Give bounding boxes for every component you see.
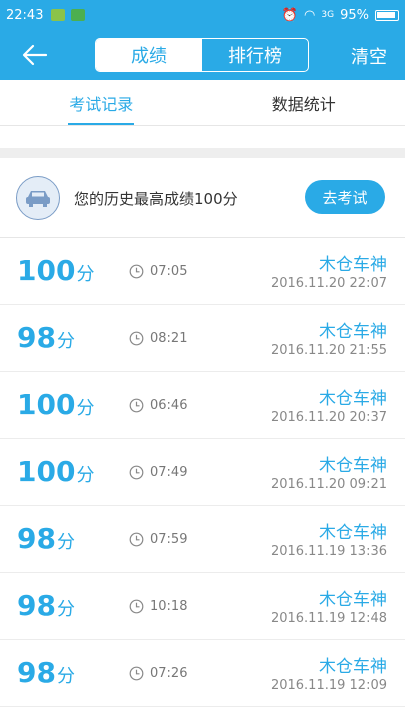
status-bar: 22:43 ⏰ ◠ 3G 95% bbox=[0, 0, 405, 30]
tab-statistics[interactable]: 数据统计 bbox=[203, 80, 405, 125]
back-button[interactable] bbox=[20, 41, 50, 69]
clock-icon bbox=[129, 264, 144, 279]
exam-duration: 08:21 bbox=[150, 331, 188, 346]
clock-icon bbox=[129, 398, 144, 413]
clock-icon bbox=[129, 666, 144, 681]
wifi-icon: ◠ bbox=[304, 7, 316, 23]
score-unit: 分 bbox=[56, 666, 75, 687]
score-unit: 分 bbox=[56, 331, 75, 352]
exam-duration: 07:59 bbox=[150, 532, 188, 547]
exam-date: 2016.11.20 20:37 bbox=[270, 410, 387, 425]
exam-date: 2016.11.20 22:07 bbox=[270, 276, 387, 291]
tab-ranking[interactable]: 排行榜 bbox=[202, 39, 308, 71]
list-item[interactable]: 98分 08:21 木仓车神 2016.11.20 21:55 bbox=[0, 305, 405, 372]
sub-tabs: 考试记录 数据统计 bbox=[0, 80, 405, 126]
score-number: 98 bbox=[17, 522, 56, 555]
list-item[interactable]: 100分 06:46 木仓车神 2016.11.20 20:37 bbox=[0, 372, 405, 439]
score-unit: 分 bbox=[56, 599, 75, 620]
arrow-left-icon bbox=[22, 44, 48, 66]
score-value: 98分 bbox=[17, 590, 75, 626]
exam-duration: 07:49 bbox=[150, 465, 188, 480]
best-score-card: 您的历史最高成绩100分 去考试 bbox=[0, 158, 405, 238]
battery-percent: 95% bbox=[340, 7, 369, 23]
score-number: 98 bbox=[17, 589, 56, 622]
user-name: 木仓车神 bbox=[319, 255, 387, 275]
score-value: 100分 bbox=[17, 456, 94, 492]
user-name: 木仓车神 bbox=[319, 657, 387, 677]
exam-duration: 07:05 bbox=[150, 264, 188, 279]
score-value: 98分 bbox=[17, 657, 75, 693]
clock-icon bbox=[129, 331, 144, 346]
score-unit: 分 bbox=[56, 532, 75, 553]
user-name: 木仓车神 bbox=[319, 590, 387, 610]
score-unit: 分 bbox=[76, 465, 95, 486]
car-icon bbox=[16, 176, 60, 220]
signal-icon: 3G bbox=[321, 10, 335, 20]
clock-icon bbox=[129, 465, 144, 480]
notification-icon bbox=[71, 9, 86, 21]
score-value: 98分 bbox=[17, 523, 75, 559]
app-bar: 成绩 排行榜 清空 bbox=[0, 30, 405, 80]
exam-duration: 10:18 bbox=[150, 599, 188, 614]
exam-date: 2016.11.19 13:36 bbox=[270, 544, 387, 559]
list-item[interactable]: 98分 10:18 木仓车神 2016.11.19 12:48 bbox=[0, 573, 405, 640]
tab-scores[interactable]: 成绩 bbox=[96, 39, 202, 71]
records-list: 100分 07:05 木仓车神 2016.11.20 22:07 98分 08:21 木仓车… bbox=[0, 238, 405, 707]
list-item[interactable]: 98分 07:26 木仓车神 2016.11.19 12:09 bbox=[0, 640, 405, 707]
battery-icon bbox=[375, 9, 399, 21]
score-number: 100 bbox=[17, 254, 76, 287]
score-unit: 分 bbox=[76, 264, 95, 285]
status-time: 22:43 bbox=[6, 7, 44, 23]
user-name: 木仓车神 bbox=[319, 523, 387, 543]
clock-icon bbox=[129, 599, 144, 614]
exam-date: 2016.11.20 09:21 bbox=[270, 477, 387, 492]
exam-duration: 06:46 bbox=[150, 398, 188, 413]
tab-exam-records[interactable]: 考试记录 bbox=[0, 80, 203, 125]
exam-duration: 07:26 bbox=[150, 666, 188, 681]
score-unit: 分 bbox=[76, 398, 95, 419]
best-score-text: 您的历史最高成绩100分 bbox=[74, 190, 238, 208]
user-name: 木仓车神 bbox=[319, 389, 387, 409]
list-item[interactable]: 100分 07:49 木仓车神 2016.11.20 09:21 bbox=[0, 439, 405, 506]
alarm-icon: ⏰ bbox=[281, 7, 299, 23]
score-value: 100分 bbox=[17, 389, 94, 425]
exam-date: 2016.11.19 12:09 bbox=[270, 678, 387, 693]
score-number: 98 bbox=[17, 656, 56, 689]
list-item[interactable]: 100分 07:05 木仓车神 2016.11.20 22:07 bbox=[0, 238, 405, 305]
user-name: 木仓车神 bbox=[319, 456, 387, 476]
start-exam-button[interactable]: 去考试 bbox=[305, 180, 385, 214]
exam-date: 2016.11.20 21:55 bbox=[270, 343, 387, 358]
score-value: 100分 bbox=[17, 255, 94, 291]
list-item[interactable]: 98分 07:59 木仓车神 2016.11.19 13:36 bbox=[0, 506, 405, 573]
score-number: 98 bbox=[17, 321, 56, 354]
score-number: 100 bbox=[17, 455, 76, 488]
user-name: 木仓车神 bbox=[319, 322, 387, 342]
section-divider bbox=[0, 148, 405, 158]
exam-date: 2016.11.19 12:48 bbox=[270, 611, 387, 626]
clear-button[interactable]: 清空 bbox=[351, 43, 387, 69]
score-number: 100 bbox=[17, 388, 76, 421]
wechat-icon bbox=[51, 9, 66, 21]
score-value: 98分 bbox=[17, 322, 75, 358]
segmented-control: 成绩 排行榜 bbox=[95, 38, 309, 72]
clock-icon bbox=[129, 532, 144, 547]
